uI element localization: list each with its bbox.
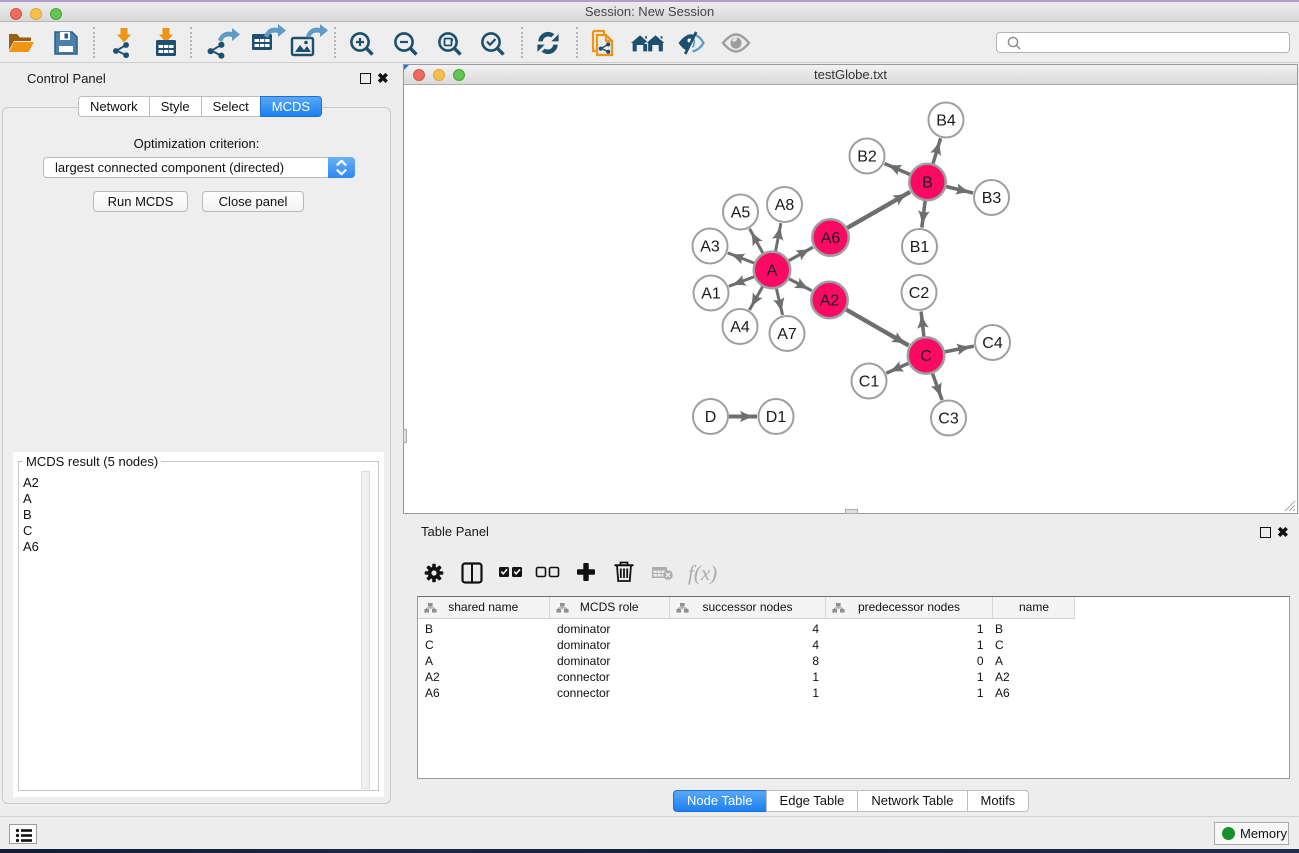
- svg-text:D: D: [705, 409, 717, 426]
- svg-text:C3: C3: [938, 411, 959, 428]
- svg-text:C2: C2: [909, 285, 930, 302]
- svg-text:C1: C1: [859, 374, 880, 391]
- svg-text:A3: A3: [700, 239, 720, 256]
- svg-text:A: A: [767, 263, 778, 280]
- svg-text:f(x): f(x): [688, 561, 717, 585]
- svg-text:A2: A2: [820, 293, 840, 310]
- svg-text:B1: B1: [910, 239, 930, 256]
- svg-text:B3: B3: [982, 190, 1002, 207]
- svg-text:A8: A8: [775, 197, 795, 214]
- svg-text:A7: A7: [777, 326, 797, 343]
- svg-text:C: C: [920, 348, 932, 365]
- svg-text:D1: D1: [766, 409, 787, 426]
- svg-text:A6: A6: [821, 230, 841, 247]
- svg-text:A1: A1: [701, 286, 721, 303]
- svg-text:B2: B2: [857, 149, 877, 166]
- svg-text:C4: C4: [982, 335, 1003, 352]
- svg-text:A5: A5: [731, 205, 751, 222]
- svg-text:B: B: [922, 175, 933, 192]
- svg-text:B4: B4: [936, 113, 956, 130]
- svg-text:A4: A4: [730, 319, 750, 336]
